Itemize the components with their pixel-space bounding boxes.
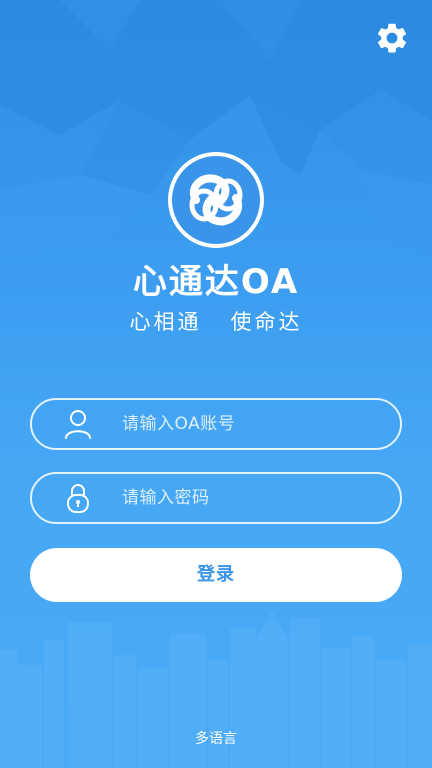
- account-field[interactable]: [30, 398, 402, 450]
- password-input[interactable]: [120, 477, 380, 519]
- app-slogan: 心相通 使命达: [129, 310, 303, 334]
- password-field[interactable]: [30, 472, 402, 524]
- settings-button[interactable]: [374, 20, 410, 56]
- login-button[interactable]: 登录: [30, 548, 402, 602]
- account-input[interactable]: [120, 403, 380, 445]
- user-icon: [65, 410, 91, 439]
- app-title: 心通达OA: [132, 262, 300, 302]
- gear-icon: [377, 23, 407, 53]
- language-link[interactable]: 多语言: [0, 728, 432, 748]
- app-logo: [166, 150, 266, 250]
- background-decoration: [0, 0, 432, 768]
- lock-icon: [67, 484, 89, 513]
- interlocked-rings-logo-icon: [168, 152, 264, 248]
